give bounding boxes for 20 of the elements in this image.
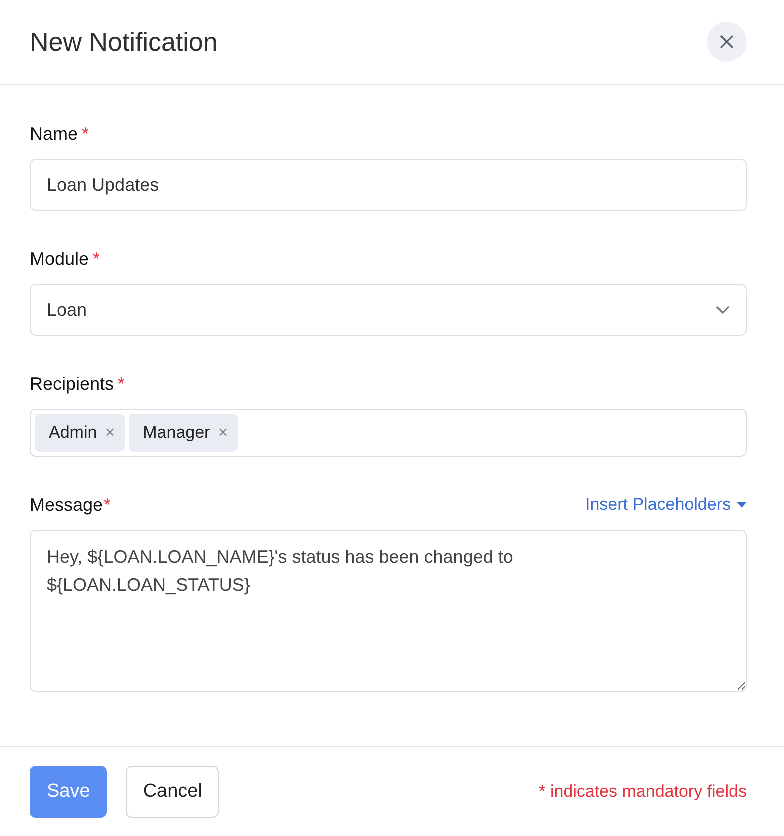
cancel-button[interactable]: Cancel — [126, 766, 220, 818]
tag-label: Manager — [143, 423, 210, 443]
field-label: Name * — [30, 124, 90, 144]
text-field[interactable]: Loan Updates — [30, 159, 747, 211]
close-icon — [719, 34, 735, 50]
insert-placeholders-link[interactable]: Insert Placeholders — [585, 495, 747, 515]
chevron-down-icon — [716, 306, 730, 314]
message-field[interactable]: Hey, ${LOAN.LOAN_NAME}'s status has been changed to ${LOAN.LOAN_STATUS} — [30, 530, 747, 692]
tag-field[interactable]: Admin × Manager × — [30, 409, 747, 457]
caret-icon — [737, 502, 747, 508]
select-field[interactable]: Loan — [30, 284, 747, 336]
remove-tag-button[interactable]: × — [218, 423, 228, 443]
tag-label: Admin — [49, 423, 98, 443]
field-label: Module * — [30, 248, 100, 270]
close-button[interactable] — [707, 22, 747, 62]
field-label: Message* — [30, 494, 112, 516]
mandatory-note: * indicates mandatory fields — [539, 782, 747, 802]
remove-tag-button[interactable]: × — [105, 423, 116, 443]
field-label: Recipients * — [30, 374, 126, 394]
dialog-title: New Notification — [30, 26, 218, 58]
